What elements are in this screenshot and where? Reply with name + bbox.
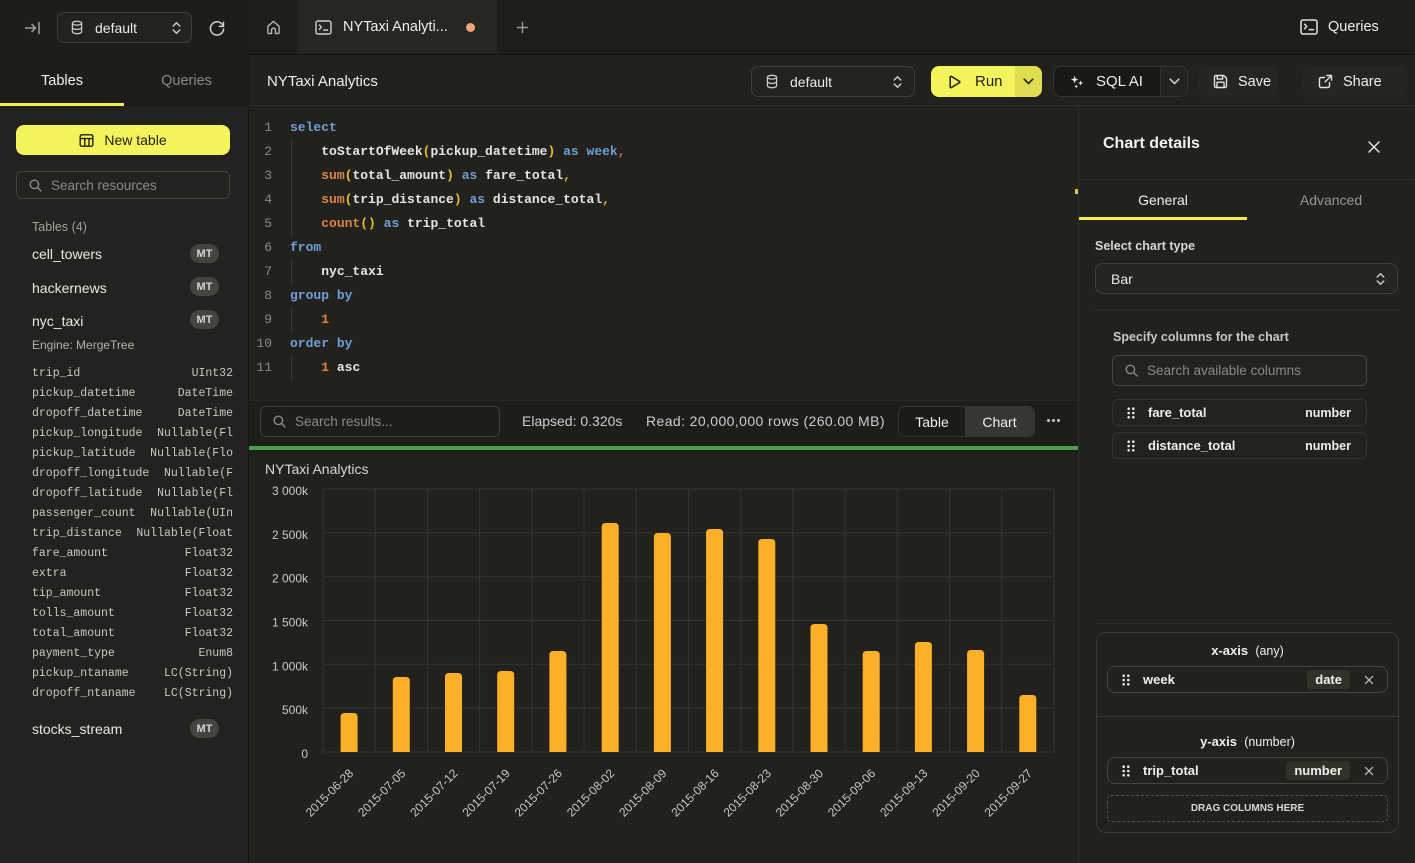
svg-text:2015-07-19: 2015-07-19 xyxy=(460,766,514,820)
svg-text:2 500k: 2 500k xyxy=(272,528,309,542)
svg-text:2015-08-02: 2015-08-02 xyxy=(564,766,618,820)
svg-text:2015-08-09: 2015-08-09 xyxy=(616,766,670,820)
svg-text:2015-07-26: 2015-07-26 xyxy=(512,766,566,820)
svg-text:3 000k: 3 000k xyxy=(272,484,309,498)
svg-text:2015-09-13: 2015-09-13 xyxy=(877,766,931,820)
svg-text:2015-07-12: 2015-07-12 xyxy=(407,766,461,820)
svg-text:1 500k: 1 500k xyxy=(272,616,309,630)
svg-text:NYTaxi Analytics: NYTaxi Analytics xyxy=(265,461,368,477)
svg-text:1 000k: 1 000k xyxy=(272,659,309,673)
svg-text:500k: 500k xyxy=(282,703,309,717)
svg-text:2015-06-28: 2015-06-28 xyxy=(303,766,357,820)
svg-text:2015-08-23: 2015-08-23 xyxy=(721,766,775,820)
svg-text:2015-08-30: 2015-08-30 xyxy=(773,766,827,820)
svg-text:2015-09-06: 2015-09-06 xyxy=(825,766,879,820)
svg-text:2015-09-20: 2015-09-20 xyxy=(929,766,983,820)
svg-text:0: 0 xyxy=(301,747,308,761)
svg-text:2 000k: 2 000k xyxy=(272,572,309,586)
svg-text:2015-09-27: 2015-09-27 xyxy=(982,766,1036,820)
svg-text:2015-08-16: 2015-08-16 xyxy=(668,766,722,820)
svg-text:2015-07-05: 2015-07-05 xyxy=(355,766,409,820)
